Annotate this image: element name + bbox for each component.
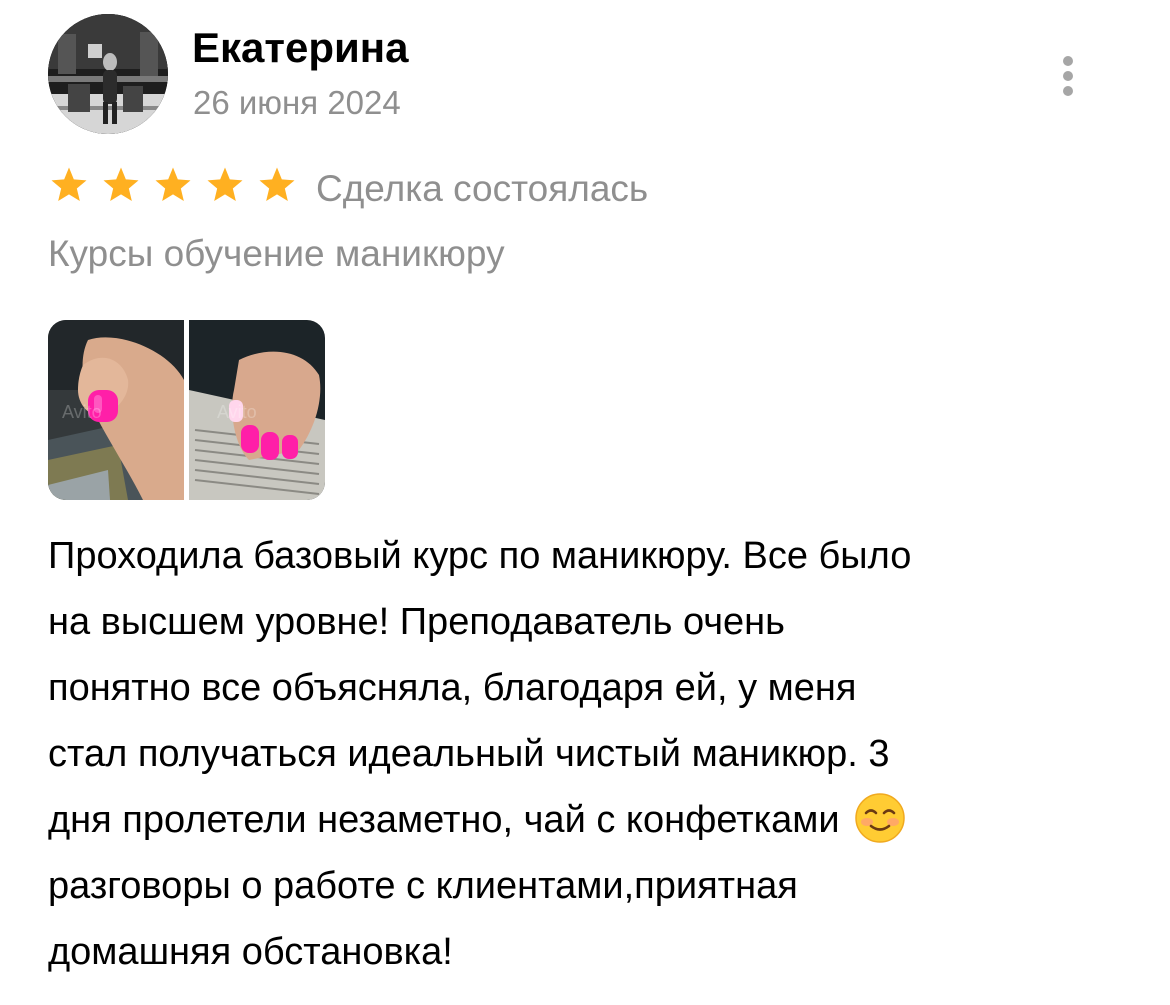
- star-icon: [103, 167, 139, 201]
- star-icon: [259, 167, 295, 201]
- review-photo-1[interactable]: Avito: [48, 320, 184, 500]
- deal-status: Сделка состоялась: [316, 168, 649, 209]
- star-icon: [155, 167, 191, 201]
- review-text: Проходила базовый курс по маникюру. Все …: [48, 523, 1128, 985]
- photo-thumbnail: Avito: [48, 320, 184, 500]
- star-icon: [207, 167, 243, 201]
- more-options-button[interactable]: [1053, 52, 1083, 100]
- author-name[interactable]: Екатерина: [192, 24, 409, 72]
- review-text-line: разговоры о работе с клиентами,приятная: [48, 865, 798, 907]
- review-date: 26 июня 2024: [193, 84, 401, 121]
- review-photo-2[interactable]: Avito: [189, 320, 325, 500]
- review-text-line-with-emoji: дня пролетели незаметно, чай с конфеткам…: [48, 787, 1128, 853]
- review-text-line: на высшем уровне! Преподаватель очень: [48, 601, 785, 643]
- review-text-line: понятно все объясняла, благодаря ей, у м…: [48, 667, 857, 709]
- ad-title-link[interactable]: Курсы обучение маникюру: [48, 233, 505, 275]
- star-rating: [48, 165, 308, 215]
- photo-thumbnail: Avito: [189, 320, 325, 500]
- kebab-menu-icon-dot: [1063, 56, 1073, 66]
- review-text-line: домашняя обстановка!: [48, 931, 453, 973]
- avatar-photo: [48, 14, 168, 134]
- kebab-menu-icon-dot: [1063, 71, 1073, 81]
- review-text-line: стал получаться идеальный чистый маникюр…: [48, 733, 890, 775]
- review-text-line: Проходила базовый курс по маникюру. Все …: [48, 535, 912, 577]
- star-icon: [51, 167, 87, 201]
- svg-text:Avito: Avito: [217, 402, 257, 422]
- smiling-face-emoji-icon: [855, 793, 905, 843]
- avatar[interactable]: [48, 14, 168, 134]
- kebab-menu-icon-dot: [1063, 86, 1073, 96]
- svg-text:Avito: Avito: [62, 402, 102, 422]
- review-text-line: дня пролетели незаметно, чай с конфеткам…: [48, 799, 840, 841]
